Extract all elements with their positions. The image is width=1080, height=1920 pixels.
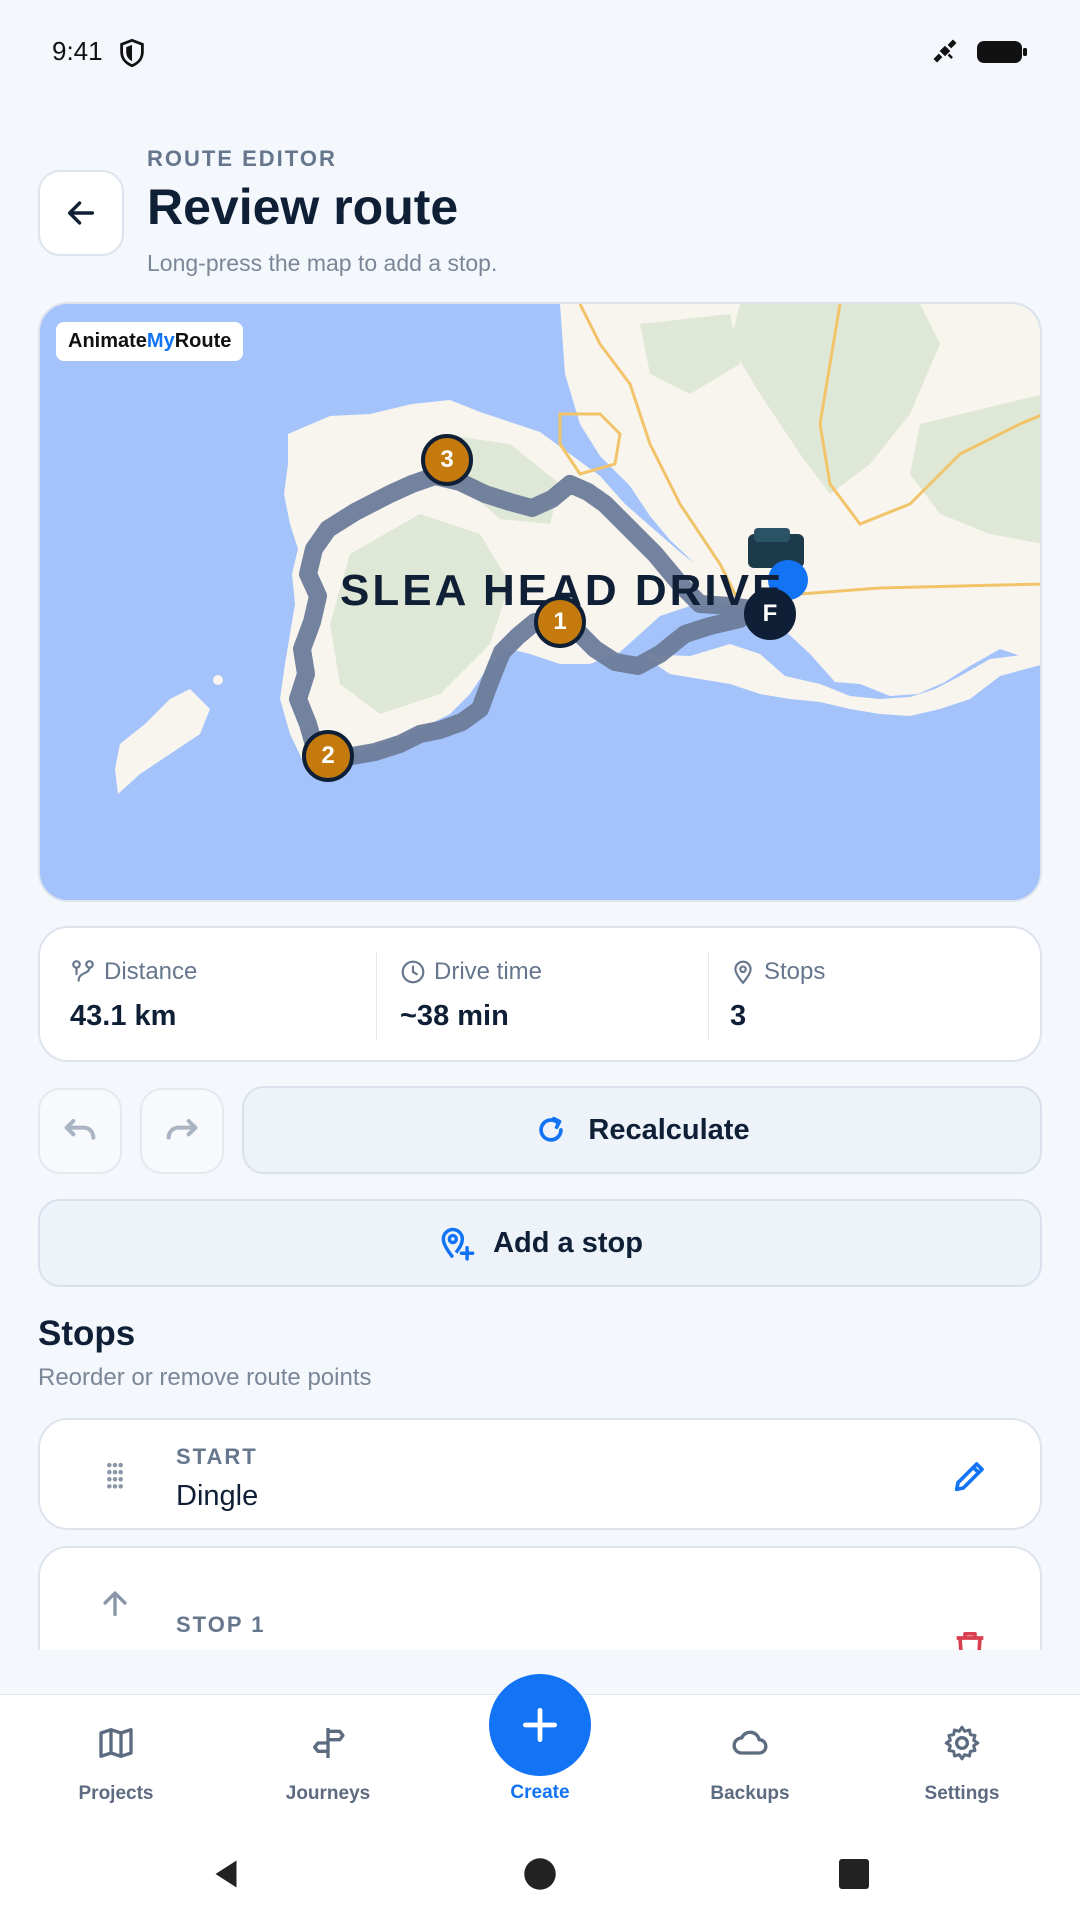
stat-drive-label-row: Drive time [400, 958, 542, 986]
undo-button[interactable] [38, 1088, 122, 1174]
redo-icon [166, 1119, 198, 1140]
plus-icon [522, 1707, 558, 1743]
drag-handle-icon[interactable] [98, 1458, 132, 1492]
signpost-icon [313, 1728, 345, 1758]
nav-label: Backups [710, 1783, 790, 1804]
delete-trash-icon[interactable] [950, 1628, 990, 1650]
refresh-icon [539, 1116, 564, 1142]
stat-distance-label-row: Distance [70, 958, 197, 986]
nav-item-backups[interactable]: Backups [660, 1695, 840, 1831]
stat-drive-time: Drive time ~38 min [376, 928, 706, 1064]
stat-drive-label: Drive time [434, 958, 543, 985]
gear-icon [944, 1725, 980, 1761]
stop-name: Dingle [176, 1480, 259, 1512]
clock-icon [401, 960, 425, 984]
brand-suffix: Route [174, 330, 232, 352]
recalculate-label: Recalculate [588, 1113, 750, 1146]
stop-type-label: STOP 1 [176, 1612, 266, 1637]
location-pin-icon [734, 960, 752, 985]
shield-icon [120, 38, 144, 68]
nav-item-settings[interactable]: Settings [872, 1695, 1052, 1831]
stat-stops-label-row: Stops [730, 958, 825, 986]
cloud-icon [732, 1730, 768, 1755]
brand-prefix: Animate [68, 330, 147, 352]
nav-item-projects[interactable]: Projects [26, 1695, 206, 1831]
route-icon [72, 960, 94, 982]
arrow-left-icon [67, 201, 95, 225]
arrow-up-icon[interactable] [98, 1586, 132, 1620]
back-triangle-icon[interactable] [208, 1856, 244, 1892]
edit-pencil-icon[interactable] [950, 1456, 990, 1496]
nav-label: Projects [78, 1783, 154, 1804]
stat-drive-value: ~38 min [400, 1000, 509, 1032]
stat-distance-value: 43.1 km [70, 1000, 177, 1032]
stops-list[interactable]: START Dingle STOP 1 [0, 1410, 1080, 1650]
stop-type-label: START [176, 1444, 258, 1469]
route-marker-3[interactable]: 3 [421, 434, 473, 486]
redo-button[interactable] [140, 1088, 224, 1174]
stat-stops: Stops 3 [708, 928, 1038, 1064]
home-circle-icon[interactable] [522, 1856, 558, 1892]
stat-distance-label: Distance [104, 958, 198, 985]
nav-label-create: Create [510, 1782, 570, 1803]
nav-item-journeys[interactable]: Journeys [238, 1695, 418, 1831]
brand-accent: My [146, 330, 175, 352]
status-time: 9:41 [52, 36, 103, 66]
page-subtitle: Long-press the map to add a stop. [147, 250, 498, 276]
stat-stops-label: Stops [764, 958, 826, 985]
add-stop-button[interactable]: Add a stop [38, 1199, 1042, 1287]
add-location-icon [441, 1227, 475, 1261]
page-eyebrow: ROUTE EDITOR [147, 146, 337, 171]
map-icon [99, 1728, 133, 1758]
stops-section-subtitle: Reorder or remove route points [38, 1364, 372, 1391]
page-title: Review route [147, 179, 459, 235]
nav-label: Journeys [285, 1783, 371, 1804]
map-land-islet [213, 675, 223, 685]
battery-icon [977, 41, 1027, 63]
recalculate-button[interactable]: Recalculate [242, 1086, 1042, 1174]
route-marker-finish[interactable]: F [744, 588, 796, 640]
back-button[interactable] [38, 170, 124, 256]
route-marker-2[interactable]: 2 [302, 730, 354, 782]
stops-section-title: Stops [38, 1314, 136, 1353]
create-button[interactable] [489, 1674, 591, 1776]
stop-item-1[interactable]: STOP 1 [38, 1546, 1042, 1650]
satellite-icon [933, 39, 957, 63]
nav-label: Settings [924, 1783, 1000, 1804]
route-stats-card: Distance 43.1 km Drive time ~38 min Stop… [38, 926, 1042, 1062]
system-navigation-bar [0, 1830, 1080, 1920]
stop-item-start[interactable]: START Dingle [38, 1418, 1042, 1530]
undo-icon [64, 1119, 96, 1140]
stat-stops-value: 3 [730, 1000, 747, 1032]
route-marker-1[interactable]: 1 [534, 596, 586, 648]
stat-distance: Distance 43.1 km [40, 928, 370, 1064]
recents-square-icon[interactable] [836, 1856, 872, 1892]
status-bar: 9:41 [0, 0, 1080, 104]
add-stop-label: Add a stop [493, 1226, 643, 1259]
brand-badge: AnimateMyRoute [56, 322, 244, 361]
route-map[interactable]: AnimateMyRoute SLEA HEAD DRIVE 1 2 3 F [38, 302, 1042, 902]
